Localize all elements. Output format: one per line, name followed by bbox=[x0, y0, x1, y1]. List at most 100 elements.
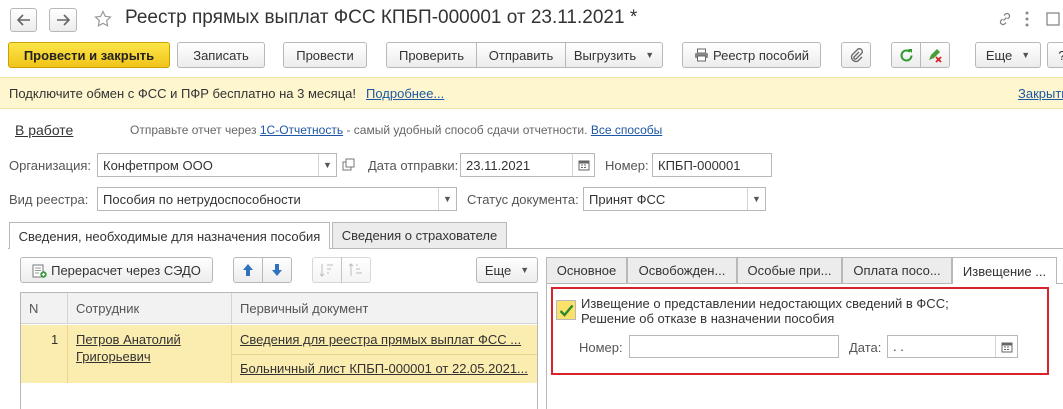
tab-notice[interactable]: Извещение ... bbox=[952, 257, 1057, 284]
post-and-close-button[interactable]: Провести и закрыть bbox=[8, 42, 170, 68]
left-more-button[interactable]: Еще ▼ bbox=[476, 257, 538, 283]
notice-checkbox[interactable] bbox=[556, 300, 576, 320]
chevron-down-icon[interactable]: ▼ bbox=[318, 154, 336, 176]
send-date-value: 23.11.2021 bbox=[466, 157, 531, 173]
paperclip-icon bbox=[849, 47, 863, 63]
chevron-down-icon: ▼ bbox=[1021, 50, 1031, 60]
post-and-close-label: Провести и закрыть bbox=[23, 47, 155, 63]
registry-type-value: Пособия по нетрудоспособности bbox=[103, 191, 301, 207]
tab-insurer-info[interactable]: Сведения о страхователе bbox=[332, 222, 507, 248]
org-field[interactable]: Конфетпром ООО ▼ bbox=[97, 153, 337, 177]
notice-line1: Извещение о представлении недостающих св… bbox=[581, 296, 949, 311]
primary-doc-1[interactable]: Сведения для реестра прямых выплат ФСС .… bbox=[240, 332, 530, 347]
notice-number-field[interactable] bbox=[629, 335, 839, 358]
employee-name-line1[interactable]: Петров Анатолий bbox=[76, 332, 181, 347]
arrow-down-icon bbox=[272, 264, 282, 276]
column-header-n[interactable]: N bbox=[29, 301, 38, 316]
open-icon[interactable] bbox=[340, 156, 356, 172]
org-label: Организация: bbox=[9, 158, 92, 173]
help-label: ? bbox=[1058, 48, 1063, 63]
recalc-sedo-label: Перерасчет через СЭДО bbox=[51, 262, 201, 278]
clear-mark-button[interactable] bbox=[920, 42, 950, 68]
send-date-label: Дата отправки: bbox=[368, 158, 459, 173]
tab-notice-label: Извещение ... bbox=[962, 263, 1047, 279]
primary-doc-2[interactable]: Больничный лист КПБП-000001 от 22.05.202… bbox=[240, 361, 530, 376]
more-toolbar-button[interactable]: Еще ▼ bbox=[975, 42, 1041, 68]
sort-desc-icon bbox=[348, 263, 362, 276]
notice-date-value: . . bbox=[893, 339, 904, 354]
chevron-down-icon: ▼ bbox=[520, 265, 530, 275]
employees-table: N Сотрудник Первичный документ 1 Петров … bbox=[20, 292, 538, 409]
doc-status-label: Статус документа: bbox=[467, 192, 579, 207]
chevron-down-icon[interactable]: ▼ bbox=[747, 188, 765, 210]
sort-desc-button[interactable] bbox=[341, 257, 371, 283]
help-button[interactable]: ? bbox=[1047, 42, 1063, 68]
check-button[interactable]: Проверить bbox=[386, 42, 477, 68]
recalc-sedo-button[interactable]: Перерасчет через СЭДО bbox=[20, 257, 213, 283]
hint-prefix: Отправьте отчет через bbox=[130, 123, 257, 137]
tab-main-label: Основное bbox=[556, 263, 617, 278]
registry-type-label: Вид реестра: bbox=[9, 192, 89, 207]
left-more-label: Еще bbox=[484, 262, 512, 278]
row-divider bbox=[232, 354, 537, 355]
hint-suffix: - самый удобный способ сдачи отчетности. bbox=[346, 123, 588, 137]
send-date-field[interactable]: 23.11.2021 bbox=[460, 153, 595, 177]
window-title: Реестр прямых выплат ФСС КПБП-000001 от … bbox=[125, 7, 638, 28]
recalc-icon bbox=[32, 263, 47, 278]
link-icon[interactable] bbox=[996, 10, 1014, 28]
notice-number-label: Номер: bbox=[579, 340, 623, 355]
benefits-registry-label: Реестр пособий bbox=[713, 47, 809, 63]
move-down-button[interactable] bbox=[262, 257, 292, 283]
export-label: Выгрузить bbox=[573, 47, 637, 63]
save-button[interactable]: Записать bbox=[177, 42, 265, 68]
column-divider bbox=[67, 325, 68, 383]
tab-benefit-payment-label: Оплата посо... bbox=[853, 263, 941, 278]
registry-type-field[interactable]: Пособия по нетрудоспособности ▼ bbox=[97, 187, 457, 211]
export-button[interactable]: Выгрузить ▼ bbox=[565, 42, 663, 68]
number-field[interactable]: КПБП-000001 bbox=[652, 153, 772, 177]
save-label: Записать bbox=[193, 47, 249, 63]
table-row[interactable]: 1 Петров Анатолий Григорьевич Сведения д… bbox=[21, 325, 537, 383]
column-header-employee[interactable]: Сотрудник bbox=[76, 301, 139, 316]
promo-banner: Подключите обмен с ФСС и ПФР бесплатно н… bbox=[0, 77, 1063, 109]
doc-status-field[interactable]: Принят ФСС ▼ bbox=[583, 187, 766, 211]
tab-benefit-info[interactable]: Сведения, необходимые для назначения пос… bbox=[9, 222, 330, 249]
tab-exemption[interactable]: Освобожден... bbox=[627, 257, 737, 283]
send-button[interactable]: Отправить bbox=[476, 42, 566, 68]
status-link[interactable]: В работе bbox=[15, 122, 73, 138]
notice-date-field[interactable]: . . bbox=[887, 335, 1018, 358]
column-divider bbox=[231, 293, 232, 324]
tab-benefit-payment[interactable]: Оплата посо... bbox=[842, 257, 952, 283]
post-label: Провести bbox=[296, 47, 354, 63]
attach-button[interactable] bbox=[841, 42, 871, 68]
chevron-down-icon[interactable]: ▼ bbox=[438, 188, 456, 210]
number-label: Номер: bbox=[605, 158, 649, 173]
banner-close-link[interactable]: Закрыть bbox=[1018, 86, 1063, 101]
tab-special-conditions[interactable]: Особые при... bbox=[737, 257, 842, 283]
refresh-button[interactable] bbox=[891, 42, 921, 68]
checkmark-icon bbox=[559, 304, 573, 317]
row-number: 1 bbox=[51, 332, 59, 347]
back-button[interactable] bbox=[10, 8, 37, 32]
column-header-document[interactable]: Первичный документ bbox=[240, 301, 368, 316]
maximize-icon[interactable] bbox=[1044, 10, 1062, 28]
post-button[interactable]: Провести bbox=[283, 42, 367, 68]
arrow-left-icon bbox=[16, 14, 30, 26]
star-icon[interactable] bbox=[93, 9, 113, 29]
sort-asc-button[interactable] bbox=[312, 257, 342, 283]
more-vertical-icon[interactable] bbox=[1022, 10, 1032, 28]
org-value: Конфетпром ООО bbox=[103, 157, 213, 173]
banner-more-link[interactable]: Подробнее... bbox=[366, 86, 444, 101]
title-bar: Реестр прямых выплат ФСС КПБП-000001 от … bbox=[0, 0, 1063, 40]
benefits-registry-button[interactable]: Реестр пособий bbox=[682, 42, 821, 68]
all-methods-link[interactable]: Все способы bbox=[591, 123, 663, 137]
move-up-button[interactable] bbox=[233, 257, 263, 283]
arrow-up-icon bbox=[243, 264, 253, 276]
forward-button[interactable] bbox=[49, 8, 77, 32]
reporting-link[interactable]: 1С-Отчетность bbox=[260, 123, 343, 137]
check-label: Проверить bbox=[398, 47, 464, 63]
calendar-icon[interactable] bbox=[995, 336, 1017, 357]
employee-name-line2[interactable]: Григорьевич bbox=[76, 349, 151, 364]
tab-main[interactable]: Основное bbox=[546, 257, 627, 283]
calendar-icon[interactable] bbox=[572, 154, 594, 176]
